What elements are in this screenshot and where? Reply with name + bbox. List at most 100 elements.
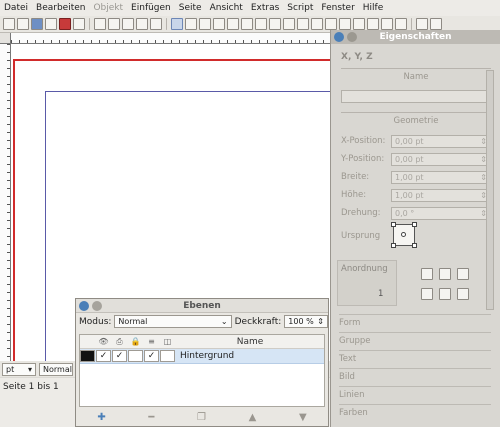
section-linien[interactable]: Linien [339,386,491,402]
pdf-button-icon[interactable] [416,18,428,30]
pdf-field-icon[interactable] [430,18,442,30]
menu-extras[interactable]: Extras [251,3,279,13]
layer-name[interactable]: Hintergrund [176,351,234,361]
link-icon[interactable] [353,18,365,30]
opacity-spinner[interactable]: 100 % ⇕ [284,315,328,328]
paste-icon[interactable] [150,18,162,30]
printable-checkbox[interactable]: ✓ [112,350,127,362]
flow-checkbox[interactable]: ✓ [144,350,159,362]
ruler-corner[interactable] [0,33,11,44]
section-form[interactable]: Form [339,314,491,330]
redo-icon[interactable] [108,18,120,30]
origin-handle-tr[interactable] [412,222,417,227]
freehand-icon[interactable] [297,18,309,30]
menu-script[interactable]: Script [287,3,313,13]
lower-to-bottom-icon[interactable] [421,288,433,300]
height-input[interactable]: 1,00 pt ⇕ [391,188,491,202]
undo-icon[interactable] [94,18,106,30]
render-frame-icon[interactable] [213,18,225,30]
polygon-icon[interactable] [255,18,267,30]
image-frame-icon[interactable] [199,18,211,30]
x-position-row: X-Position: 0,00 pt ⇕ [341,134,491,148]
rotation-input[interactable]: 0,0 ° ⇕ [391,206,491,220]
origin-handle-bl[interactable] [391,243,396,248]
menu-datei[interactable]: Datei [4,3,28,13]
blend-mode-select[interactable]: Normal ⌄ [114,315,232,328]
origin-handle-br[interactable] [412,243,417,248]
menu-einfuegen[interactable]: Einfügen [131,3,171,13]
raise-layer-icon[interactable]: ▲ [249,412,257,423]
zoom-icon[interactable] [325,18,337,30]
bezier-icon[interactable] [283,18,295,30]
select-tool-icon[interactable] [171,18,183,30]
open-icon[interactable] [17,18,29,30]
panel-menu-icon[interactable] [334,32,344,42]
cut-icon[interactable] [122,18,134,30]
save-icon[interactable] [31,18,43,30]
measure-icon[interactable] [381,18,393,30]
width-label: Breite: [341,172,370,182]
layers-panel: Ebenen Modus: Normal ⌄ Deckkraft: 100 % ⇕ … [75,298,329,427]
new-document-icon[interactable] [3,18,15,30]
menu-fenster[interactable]: Fenster [321,3,354,13]
flip-vertical-icon[interactable] [457,288,469,300]
menu-bar: Datei Bearbeiten Objekt Einfügen Seite A… [0,0,500,16]
locked-checkbox[interactable] [128,350,143,362]
flip-horizontal-icon[interactable] [439,288,451,300]
remove-layer-icon[interactable]: ━ [148,412,154,423]
copy-icon[interactable] [136,18,148,30]
name-col-header: Name [236,336,264,347]
pdf-export-icon[interactable] [59,18,71,30]
eyedropper-icon[interactable] [395,18,407,30]
view-mode-select[interactable]: Normal [39,362,73,376]
visible-checkbox[interactable]: ✓ [96,350,111,362]
print-icon[interactable] [73,18,85,30]
lower-layer-icon[interactable]: ▼ [299,412,307,423]
section-farben[interactable]: Farben [339,404,491,420]
menu-seite[interactable]: Seite [179,3,202,13]
width-input[interactable]: 1,00 pt ⇕ [391,170,491,184]
panel-float-icon[interactable] [92,301,102,311]
line-icon[interactable] [269,18,281,30]
unit-select[interactable]: pt ▾ [2,362,36,376]
menu-ansicht[interactable]: Ansicht [210,3,243,13]
raise-to-top-icon[interactable] [421,268,433,280]
origin-handle-tl[interactable] [391,222,396,227]
chevron-down-icon: ▾ [27,364,32,374]
raise-icon[interactable] [439,268,451,280]
tab-xyz[interactable]: X, Y, Z [331,44,500,70]
width-row: Breite: 1,00 pt ⇕ [341,170,491,184]
text-frame-icon[interactable] [185,18,197,30]
menu-hilfe[interactable]: Hilfe [363,3,383,13]
name-field[interactable] [341,90,491,103]
shape-icon[interactable] [241,18,253,30]
edit-text-icon[interactable] [339,18,351,30]
duplicate-layer-icon[interactable]: ❐ [197,412,206,423]
name-section-label: Name [403,72,429,82]
table-icon[interactable] [227,18,239,30]
add-layer-icon[interactable]: ✚ [97,412,105,423]
x-position-input[interactable]: 0,00 pt ⇕ [391,134,491,148]
unlink-icon[interactable] [367,18,379,30]
rotate-icon[interactable] [311,18,323,30]
origin-selector[interactable] [391,222,417,248]
section-text[interactable]: Text [339,350,491,366]
lock-icon: 🔒 [130,337,141,346]
vertical-ruler[interactable] [0,44,11,361]
layer-color-swatch [80,350,95,362]
panel-menu-icon[interactable] [79,301,89,311]
properties-scrollbar[interactable] [486,70,494,310]
menu-objekt[interactable]: Objekt [93,3,123,13]
horizontal-ruler[interactable] [11,33,330,44]
menu-bearbeiten[interactable]: Bearbeiten [36,3,85,13]
close-icon[interactable] [45,18,57,30]
layer-row[interactable]: ✓ ✓ ✓ Hintergrund [80,349,324,364]
panel-float-icon[interactable] [347,32,357,42]
lower-icon[interactable] [457,268,469,280]
outline-checkbox[interactable] [160,350,175,362]
section-bild[interactable]: Bild [339,368,491,384]
y-position-input[interactable]: 0,00 pt ⇕ [391,152,491,166]
blend-mode-value: Normal [118,317,148,326]
origin-handle-center[interactable] [401,232,406,237]
section-gruppe[interactable]: Gruppe [339,332,491,348]
